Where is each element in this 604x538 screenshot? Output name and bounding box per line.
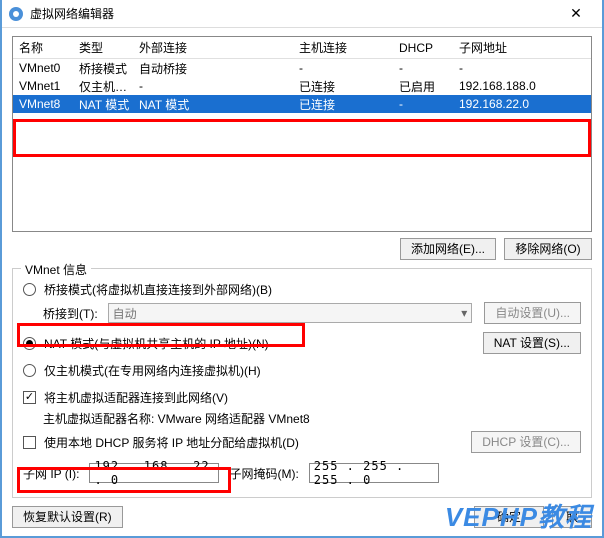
col-host: 主机连接 <box>293 39 393 56</box>
col-name: 名称 <box>13 39 73 56</box>
subnet-mask-label: 子网掩码(M): <box>229 465 298 482</box>
connect-adapter-option[interactable]: 将主机虚拟适配器连接到此网络(V) <box>23 389 581 406</box>
dhcp-settings-button: DHCP 设置(C)... <box>471 431 581 453</box>
col-type: 类型 <box>73 39 133 56</box>
titlebar: 虚拟网络编辑器 ✕ <box>2 0 602 28</box>
auto-settings-button: 自动设置(U)... <box>484 302 581 324</box>
subnet-ip-input[interactable]: 192 . 168 . 22 . 0 <box>89 463 219 483</box>
content-area: 名称 类型 外部连接 主机连接 DHCP 子网地址 VMnet0 桥接模式 自动… <box>2 28 602 506</box>
nat-mode-option[interactable]: NAT 模式(与虚拟机共享主机的 IP 地址)(N) NAT 设置(S)... <box>23 332 581 354</box>
subnet-ip-label: 子网 IP (I): <box>23 465 79 482</box>
window-title: 虚拟网络编辑器 <box>30 5 556 22</box>
bridge-to-select[interactable]: 自动 <box>108 303 473 323</box>
app-icon <box>8 6 24 22</box>
group-title: VMnet 信息 <box>21 261 91 278</box>
radio-hostonly[interactable] <box>23 364 36 377</box>
adapter-name-label: 主机虚拟适配器名称: VMware 网络适配器 VMnet8 <box>43 410 581 427</box>
col-external: 外部连接 <box>133 39 293 56</box>
radio-nat[interactable] <box>23 337 36 350</box>
checkbox-connect-adapter[interactable] <box>23 391 36 404</box>
list-header: 名称 类型 外部连接 主机连接 DHCP 子网地址 <box>13 37 591 59</box>
hostonly-mode-option[interactable]: 仅主机模式(在专用网络内连接虚拟机)(H) <box>23 362 581 379</box>
radio-bridge[interactable] <box>23 283 36 296</box>
subnet-mask-input[interactable]: 255 . 255 . 255 . 0 <box>309 463 439 483</box>
network-list[interactable]: 名称 类型 外部连接 主机连接 DHCP 子网地址 VMnet0 桥接模式 自动… <box>12 36 592 232</box>
checkbox-dhcp[interactable] <box>23 436 36 449</box>
restore-defaults-button[interactable]: 恢复默认设置(R) <box>12 506 123 528</box>
add-network-button[interactable]: 添加网络(E)... <box>400 238 496 260</box>
list-buttons: 添加网络(E)... 移除网络(O) <box>12 238 592 260</box>
subnet-row: 子网 IP (I): 192 . 168 . 22 . 0 子网掩码(M): 2… <box>23 463 581 483</box>
close-button[interactable]: ✕ <box>556 2 596 26</box>
dhcp-assign-option[interactable]: 使用本地 DHCP 服务将 IP 地址分配给虚拟机(D) DHCP 设置(C).… <box>23 431 581 453</box>
watermark: VEPHP教程 <box>445 497 592 534</box>
col-subnet: 子网地址 <box>453 39 591 56</box>
bridge-to-row: 桥接到(T): 自动 自动设置(U)... <box>43 302 581 324</box>
nat-settings-button[interactable]: NAT 设置(S)... <box>483 332 581 354</box>
bridge-mode-option[interactable]: 桥接模式(将虚拟机直接连接到外部网络)(B) <box>23 281 581 298</box>
table-row-selected[interactable]: VMnet8 NAT 模式 NAT 模式 已连接 - 192.168.22.0 <box>13 95 591 113</box>
remove-network-button[interactable]: 移除网络(O) <box>504 238 592 260</box>
col-dhcp: DHCP <box>393 41 453 55</box>
table-row[interactable]: VMnet0 桥接模式 自动桥接 - - - <box>13 59 591 77</box>
table-row[interactable]: VMnet1 仅主机… - 已连接 已启用 192.168.188.0 <box>13 77 591 95</box>
vmnet-info-group: VMnet 信息 桥接模式(将虚拟机直接连接到外部网络)(B) 桥接到(T): … <box>12 268 592 498</box>
highlight-box-row <box>13 119 591 157</box>
